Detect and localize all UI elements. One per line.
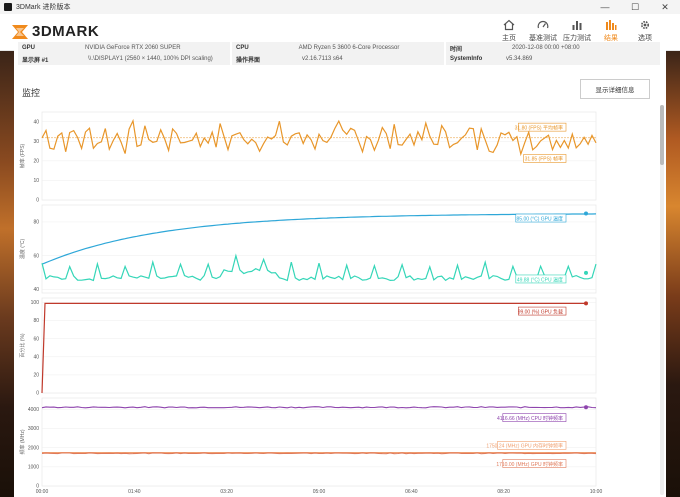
gpu-mem-clock-label: 1750.24 (MHz) GPU 内存时钟频率: [486, 443, 563, 450]
y-tick-label: 0: [36, 391, 39, 397]
window-title: 3DMark 进阶版本: [16, 4, 71, 11]
y-tick-label: 40: [33, 119, 39, 125]
y-axis-label: 温度 (°C): [19, 239, 26, 260]
gpu-load-marker: [584, 301, 588, 306]
x-tick-label: 08:20: [497, 489, 510, 495]
y-tick-label: 60: [33, 336, 39, 342]
y-tick-label: 80: [33, 318, 39, 324]
y-tick-label: 40: [33, 354, 39, 360]
nav-options[interactable]: 选项: [628, 17, 662, 43]
fps-current-label: 31.85 (FPS) 帧率: [525, 156, 563, 163]
y-tick-label: 20: [33, 373, 39, 379]
gauge-icon: [537, 21, 549, 29]
y-tick-label: 30: [33, 139, 39, 145]
results-panel: GPU NVIDIA GeForce RTX 2060 SUPER CPU AM…: [14, 42, 666, 497]
gpu-clock-line: [41, 452, 597, 455]
x-tick-label: 03:20: [220, 489, 233, 495]
y-axis-label: 频率 (MHz): [19, 429, 26, 454]
monitoring-charts: 0 10 20 30 40 帧率 (FPS) 31.80 (FPS) 平均帧率 31.85 (…: [19, 111, 603, 495]
maximize-button[interactable]: ☐: [620, 0, 650, 14]
y-tick-label: 100: [31, 300, 40, 306]
main-nav: 主页 基准测试 压力测试 结果 选项: [492, 17, 662, 43]
gpu-load-label: 99.00 (%) GPU 负载: [518, 308, 563, 315]
title-bar: 3DMark 进阶版本 — ☐ ✕: [0, 0, 680, 15]
y-tick-label: 4000: [28, 407, 39, 413]
nav-results[interactable]: 结果: [594, 17, 628, 43]
chart-frame: [41, 111, 597, 201]
cpu-temp-label: 49.88 (°C) CPU 温度: [517, 276, 563, 283]
home-icon: [503, 19, 515, 31]
results-icon: [606, 20, 617, 30]
close-button[interactable]: ✕: [650, 0, 680, 14]
y-tick-label: 0: [36, 198, 39, 204]
logo: 3DMARK: [12, 23, 99, 40]
bars-icon: [572, 21, 582, 30]
nav-benchmarks[interactable]: 基准测试: [526, 17, 560, 43]
x-tick-label: 06:40: [405, 489, 418, 495]
background-right: [666, 50, 680, 497]
y-tick-label: 20: [33, 158, 39, 164]
background-left: [0, 50, 14, 497]
x-tick-label: 00:00: [36, 489, 49, 495]
y-tick-label: 80: [33, 220, 39, 226]
x-tick-label: 01:40: [128, 489, 141, 495]
3dmark-logo-icon: [12, 24, 28, 39]
y-tick-label: 10: [33, 178, 39, 184]
y-axis-label: 百分比 (%): [19, 333, 26, 358]
logo-text: 3DMARK: [32, 23, 100, 40]
minimize-button[interactable]: —: [590, 0, 620, 14]
fps-average-label: 31.80 (FPS) 平均帧率: [515, 124, 563, 131]
x-tick-label: 10:00: [590, 489, 603, 495]
nav-home[interactable]: 主页: [492, 17, 526, 43]
y-axis-label: 帧率 (FPS): [19, 143, 26, 168]
cpu-clock-label: 4116.66 (MHz) CPU 时钟频率: [497, 415, 563, 422]
cpu-clock-marker: [584, 405, 588, 410]
cpu-temp-marker: [584, 270, 588, 275]
gpu-temp-marker: [584, 211, 588, 216]
nav-stress-tests[interactable]: 压力测试: [560, 17, 594, 43]
gear-icon: [640, 20, 650, 30]
y-tick-label: 2000: [28, 445, 39, 451]
y-tick-label: 40: [33, 287, 39, 293]
app-icon: [4, 3, 12, 11]
gpu-temp-label: 85.00 (°C) GPU 温度: [517, 215, 563, 222]
x-tick-label: 05:00: [313, 489, 326, 495]
y-tick-label: 1000: [28, 464, 39, 470]
gpu-clock-label: 1710.00 (MHz) GPU 时钟频率: [496, 461, 563, 468]
y-tick-label: 3000: [28, 426, 39, 432]
chart-frame: [41, 297, 597, 394]
y-tick-label: 60: [33, 253, 39, 259]
